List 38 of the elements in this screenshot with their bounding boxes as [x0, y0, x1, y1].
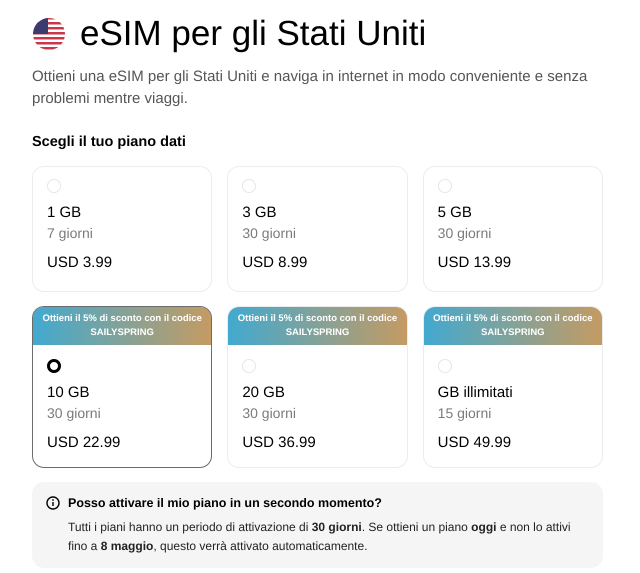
plan-card[interactable]: 3 GB 30 giorni USD 8.99: [227, 166, 408, 292]
radio-button[interactable]: [47, 359, 61, 373]
plan-duration: 30 giorni: [47, 404, 102, 423]
plan-duration: 30 giorni: [242, 224, 298, 243]
plan-card[interactable]: Ottieni il 5% di sconto con il codice SAILYSPRING 20 GB 30 giorni USD 36.99: [227, 306, 408, 468]
promo-code: SAILYSPRING: [90, 326, 154, 340]
info-question: Posso attivare il mio piano in un secondo momento?: [68, 495, 383, 512]
plan-price: USD 8.99: [242, 253, 308, 273]
plan-size: 10 GB: [47, 383, 91, 403]
plan-card[interactable]: Ottieni il 5% di sconto con il codice SAILYSPRING GB illimitati 15 giorni USD 49.99: [422, 306, 603, 468]
plan-price: USD 13.99: [438, 253, 512, 273]
plan-size: 5 GB: [438, 203, 473, 223]
promo-text: Ottieni il 5% di sconto con il codice: [238, 312, 398, 326]
plan-duration: 7 giorni: [47, 224, 94, 243]
plan-price: USD 22.99: [47, 433, 122, 453]
info-answer: Tutti i piani hanno un periodo di attivazione di 30 giorni. Se ottieni un piano oggi e non lo attivi fino a 8 maggio, questo verrà attivato automaticamente.: [68, 519, 572, 555]
plan-size: 3 GB: [242, 203, 278, 223]
page-subtitle: Ottieni una eSIM per gli Stati Uniti e naviga in internet in modo conveniente e senza problemi mentre viaggi.: [32, 67, 588, 109]
plan-duration: 30 giorni: [242, 404, 298, 423]
flag-icon: [32, 17, 66, 51]
plan-price: USD 49.99: [438, 433, 512, 453]
plan-price: USD 3.99: [47, 253, 114, 273]
plan-duration: 30 giorni: [438, 224, 492, 243]
plan-size: GB illimitati: [438, 383, 514, 403]
plan-card[interactable]: 5 GB 30 giorni USD 13.99: [422, 166, 603, 292]
promo-text: Ottieni il 5% di sconto con il codice: [42, 312, 202, 326]
plan-price: USD 36.99: [242, 433, 317, 453]
plan-card[interactable]: 1 GB 7 giorni USD 3.99: [32, 166, 212, 292]
plan-duration: 15 giorni: [438, 404, 492, 423]
promo-code: SAILYSPRING: [481, 326, 545, 340]
plan-size: 20 GB: [242, 383, 286, 403]
promo-code: SAILYSPRING: [286, 326, 350, 340]
section-heading: Scegli il tuo piano dati: [32, 133, 187, 152]
info-icon: [46, 496, 60, 510]
promo-text: Ottieni il 5% di sconto con il codice: [433, 312, 593, 326]
plan-size: 1 GB: [47, 203, 82, 223]
plan-card[interactable]: Ottieni il 5% di sconto con il codice SAILYSPRING 10 GB 30 giorni USD 22.99: [32, 306, 212, 468]
page-title: eSIM per gli Stati Uniti: [80, 14, 426, 54]
